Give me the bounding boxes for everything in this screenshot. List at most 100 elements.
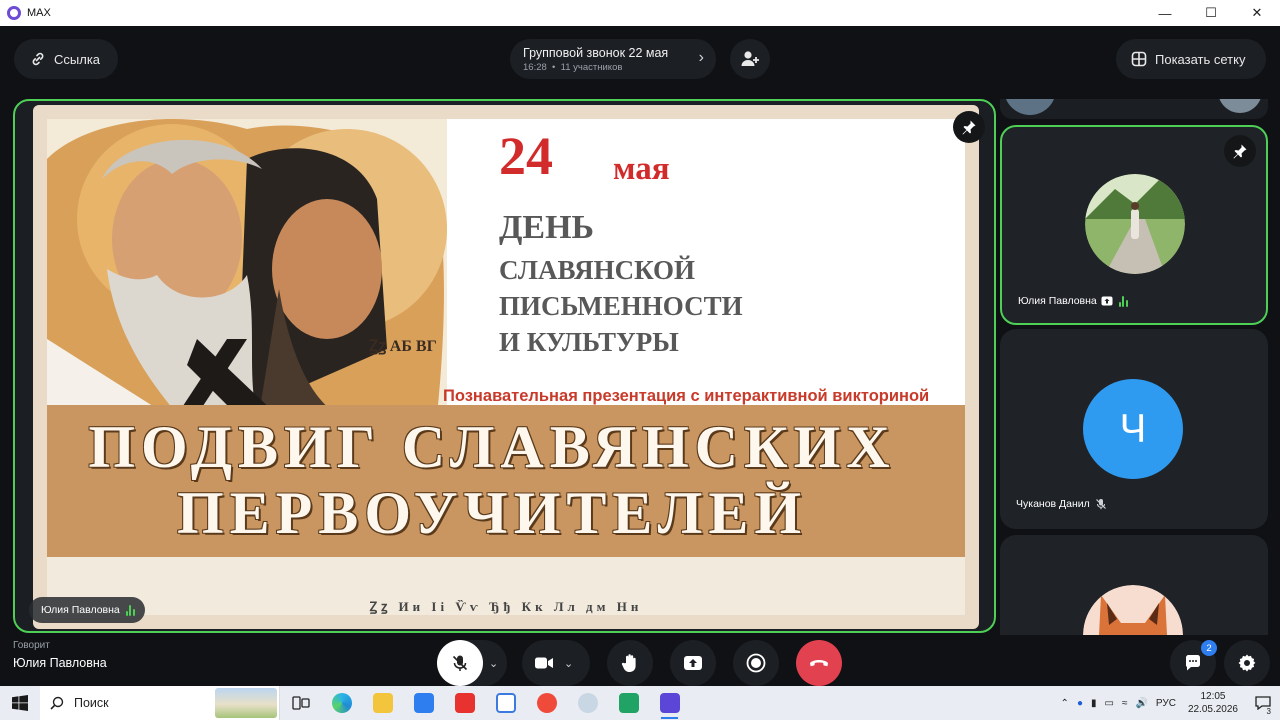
side-tile-partial — [1000, 99, 1268, 119]
notification-count: 3 — [1266, 707, 1271, 716]
clock-date: 22.05.2026 — [1187, 704, 1238, 715]
mic-toggle-button[interactable] — [437, 640, 483, 686]
screen-share-icon — [1101, 296, 1113, 306]
maximize-button[interactable]: ☐ — [1188, 0, 1234, 26]
mic-off-icon — [452, 655, 468, 671]
hang-up-icon — [810, 660, 828, 667]
end-call-button[interactable] — [796, 640, 842, 686]
paint-taskbar-button[interactable] — [567, 686, 608, 720]
participant-name: Юлия Павловна — [1018, 295, 1097, 307]
camera-control[interactable]: ⌄ — [522, 640, 590, 686]
slide-date-month: мая — [613, 151, 670, 187]
edge-icon — [331, 693, 352, 713]
window-controls: — ☐ ✕ — [1142, 0, 1280, 26]
link-label: Ссылка — [54, 51, 101, 67]
chevron-up-icon[interactable]: ⌃ — [1061, 698, 1069, 709]
add-user-icon — [741, 51, 759, 66]
pin-button[interactable] — [953, 111, 985, 143]
call-info-button[interactable]: Групповой звонок 22 мая 16:28 • 11 участ… — [510, 39, 716, 79]
gear-icon — [1238, 654, 1256, 672]
taskbar-clock[interactable]: 12:05 22.05.2026 — [1188, 690, 1238, 716]
chevron-down-icon[interactable]: ⌄ — [489, 657, 498, 670]
record-button[interactable] — [733, 640, 779, 686]
windows-taskbar: Поиск ⌃ ● ▮ ▭ ≈ 🔊 РУС 12:05 22.05.2026 3 — [0, 686, 1280, 720]
share-screen-button[interactable] — [670, 640, 716, 686]
slide-heading-line3: ПИСЬМЕННОСТИ — [499, 291, 743, 321]
raise-hand-button[interactable] — [607, 640, 653, 686]
speaking-name: Юлия Павловна — [13, 656, 107, 670]
raise-hand-icon — [621, 654, 636, 672]
search-placeholder: Поиск — [74, 696, 109, 710]
chevron-right-icon: › — [698, 49, 704, 66]
slide-heading-line4: И КУЛЬТУРЫ — [499, 327, 679, 357]
participant-name: Чуканов Данил — [1016, 498, 1090, 510]
battery-icon[interactable]: ▭ — [1105, 698, 1114, 709]
start-button[interactable] — [0, 686, 40, 720]
notification-center-button[interactable]: 3 — [1246, 686, 1280, 720]
link-icon — [32, 52, 44, 66]
window-titlebar: MAX — ☐ ✕ — [0, 0, 1280, 26]
excel-icon — [618, 693, 639, 713]
minimize-button[interactable]: — — [1142, 0, 1188, 26]
show-grid-button[interactable]: Показать сетку — [1116, 39, 1266, 79]
max-app-icon — [7, 6, 21, 20]
avatar-initial: Ч — [1083, 379, 1183, 479]
show-grid-label: Показать сетку — [1155, 51, 1246, 67]
participant-tile-chukanov[interactable]: Ч Чуканов Данил — [1000, 329, 1268, 529]
search-icon — [50, 696, 64, 710]
max-taskbar-button[interactable] — [649, 686, 690, 720]
tile-name-row: Юлия Павловна — [1018, 295, 1128, 307]
search-highlight-image — [215, 688, 277, 718]
settings-button[interactable] — [1224, 640, 1270, 686]
avatar — [1083, 585, 1183, 635]
wifi-icon[interactable]: ≈ — [1122, 698, 1128, 709]
call-time: 16:28 — [523, 61, 547, 73]
excel-taskbar-button[interactable] — [608, 686, 649, 720]
participant-count: 11 участников — [560, 61, 623, 73]
volume-icon[interactable]: 🔊 — [1135, 698, 1147, 709]
tile-pin-button[interactable] — [1224, 135, 1256, 167]
participant-tile-yulia[interactable]: Юлия Павловна — [1000, 125, 1268, 325]
main-tile-name-chip: Юлия Павловна — [29, 597, 145, 623]
close-button[interactable]: ✕ — [1234, 0, 1280, 26]
main-video-tile[interactable]: Ꙁꙁ АБ ВГ 24 мая ДЕНЬ СЛАВЯНСКОЙ ПИСЬМЕНН… — [13, 99, 996, 633]
mail-icon — [413, 693, 434, 713]
slide-banner-line2: ПЕРВОУЧИТЕЛЕЙ — [176, 480, 808, 546]
store-taskbar-button[interactable] — [485, 686, 526, 720]
bluetooth-icon[interactable]: ● — [1077, 698, 1083, 709]
mic-muted-icon — [1095, 499, 1106, 510]
clock-time: 12:05 — [1200, 691, 1226, 702]
link-button[interactable]: Ссылка — [14, 39, 118, 79]
share-screen-icon — [684, 656, 702, 670]
taskbar-search-box[interactable]: Поиск — [40, 686, 280, 720]
participant-tile-fox[interactable] — [1000, 535, 1268, 635]
language-indicator[interactable]: РУС — [1156, 698, 1176, 709]
mic-tray-icon[interactable]: ▮ — [1091, 698, 1097, 709]
yandex-taskbar-button[interactable] — [444, 686, 485, 720]
task-view-button[interactable] — [280, 686, 321, 720]
avatar — [1085, 174, 1185, 274]
camera-icon — [535, 657, 553, 669]
microphone-control[interactable]: ⌄ — [437, 640, 507, 686]
slide-subtitle: Познавательная презентация с интерактивн… — [443, 387, 930, 405]
folder-icon — [372, 693, 393, 713]
yandex-browser-taskbar-button[interactable] — [526, 686, 567, 720]
pin-icon — [1233, 144, 1247, 159]
edge-taskbar-button[interactable] — [321, 686, 362, 720]
call-meta: 16:28 • 11 участников — [523, 61, 623, 73]
slide-banner-line1: ПОДВИГ СЛАВЯНСКИХ — [88, 414, 896, 480]
mail-taskbar-button[interactable] — [403, 686, 444, 720]
chevron-down-icon[interactable]: ⌄ — [564, 657, 573, 670]
store-icon — [495, 693, 516, 713]
system-tray: ⌃ ● ▮ ▭ ≈ 🔊 РУС 12:05 22.05.2026 3 — [1057, 686, 1280, 720]
max-app-icon — [659, 693, 680, 713]
tile-name-row: Чуканов Данил — [1016, 498, 1107, 510]
shared-slide: Ꙁꙁ АБ ВГ 24 мая ДЕНЬ СЛАВЯНСКОЙ ПИСЬМЕНН… — [33, 105, 979, 629]
explorer-taskbar-button[interactable] — [362, 686, 403, 720]
slide-date-number: 24 — [499, 126, 553, 186]
window-title: MAX — [27, 7, 51, 19]
record-icon — [746, 653, 766, 673]
pin-icon — [962, 120, 976, 135]
partial-tile-image — [1006, 99, 1261, 115]
add-participant-button[interactable] — [730, 39, 770, 79]
